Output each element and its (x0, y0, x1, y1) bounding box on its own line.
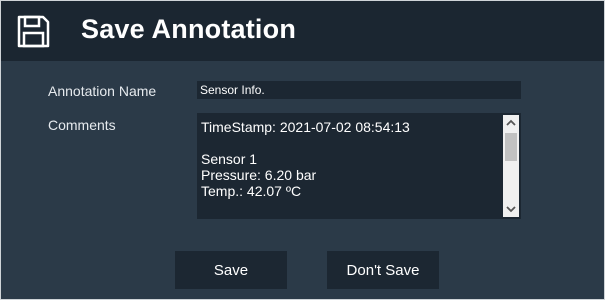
annotation-name-label: Annotation Name (48, 83, 157, 99)
dialog-title: Save Annotation (81, 14, 297, 44)
annotation-name-input[interactable] (197, 81, 521, 99)
comments-text: TimeStamp: 2021-07-02 08:54:13 Sensor 1 … (201, 119, 410, 199)
chevron-down-icon (506, 206, 516, 213)
save-button[interactable]: Save (175, 251, 287, 289)
chevron-up-icon (506, 119, 516, 126)
scroll-up-arrow[interactable] (503, 115, 519, 131)
save-annotation-dialog: Save Annotation Annotation Name Comments… (0, 0, 605, 300)
scroll-thumb[interactable] (505, 133, 517, 161)
scroll-down-arrow[interactable] (503, 201, 519, 217)
title-bar: Save Annotation (1, 1, 604, 61)
comments-scrollbar[interactable] (503, 115, 519, 217)
comments-textarea[interactable]: TimeStamp: 2021-07-02 08:54:13 Sensor 1 … (197, 113, 521, 219)
comments-label: Comments (48, 117, 116, 133)
dont-save-button[interactable]: Don't Save (327, 251, 439, 289)
floppy-disk-icon (17, 15, 50, 48)
